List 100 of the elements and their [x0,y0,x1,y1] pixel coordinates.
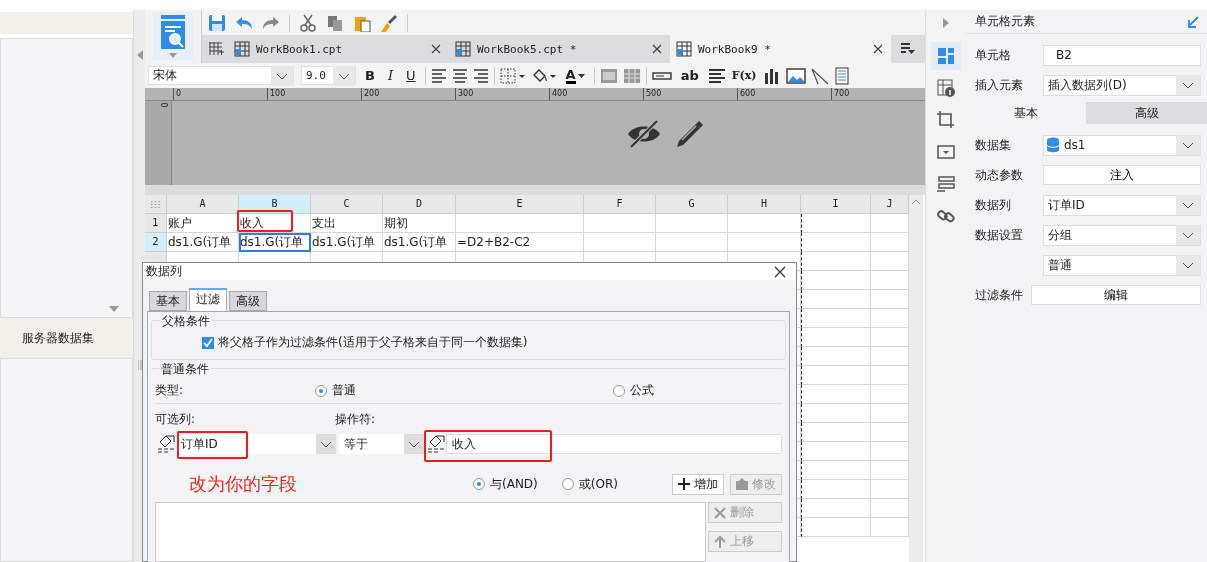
table-cell[interactable] [728,214,801,233]
image-icon[interactable] [785,66,806,85]
column-header[interactable]: I [801,195,871,214]
dialog-tab[interactable]: 高级 [229,291,267,311]
workbook-tab[interactable]: WorkBook1.cpt [228,35,449,63]
column-header[interactable]: C [311,195,383,214]
caret-down-icon[interactable] [108,305,120,313]
font-size-select[interactable]: 9.0 [301,66,356,85]
table-cell[interactable]: ds1.G(订单 [167,233,239,252]
table-cell[interactable] [801,423,871,442]
table-cell[interactable] [584,233,656,252]
radio-button[interactable] [315,384,327,397]
dropdown-box-icon[interactable] [935,142,956,162]
align-center-icon[interactable] [451,66,468,85]
table-cell[interactable] [584,214,656,233]
font-color-button[interactable]: A [561,65,589,86]
column-header[interactable]: E [456,195,584,214]
scissors-icon[interactable] [299,13,317,32]
brush-icon[interactable] [380,13,398,32]
column-header[interactable]: B [239,195,311,214]
document-icon[interactable] [833,66,850,85]
table-cell[interactable]: 期初 [383,214,456,233]
cell-info-icon[interactable] [935,78,956,98]
dropdown[interactable]: 普通 [1043,254,1201,276]
table-cell[interactable]: ds1.G(订单 [383,233,456,252]
eye-slash-icon[interactable] [627,119,661,149]
align-justify-icon[interactable] [707,66,726,85]
expand-arrow-icon[interactable] [942,18,949,28]
formula-button[interactable]: F(x) [730,65,758,86]
workbook-tab[interactable]: WorkBook5.cpt * [449,35,670,63]
select-all-icon[interactable] [145,195,167,214]
table-cell[interactable] [801,214,871,233]
dialog-button[interactable]: 增加 [672,473,724,495]
dropdown[interactable]: 订单ID [1043,194,1201,216]
column-header[interactable]: H [728,195,801,214]
table-cell[interactable] [801,233,871,252]
column-select[interactable]: 订单ID [176,434,336,454]
insert-element-select[interactable]: 插入数据列(D) [1043,74,1201,96]
radio-button[interactable] [473,478,485,490]
close-icon[interactable] [873,44,883,54]
column-header[interactable]: J [871,195,909,214]
panel-button[interactable]: 编辑 [1031,285,1201,305]
column-header[interactable]: A [167,195,239,214]
table-cell[interactable] [456,214,584,233]
splitter-handle-icon[interactable] [137,360,142,370]
column-header[interactable]: D [383,195,456,214]
checkbox[interactable] [202,336,214,349]
border-icon[interactable] [499,66,526,85]
diagonal-arrow-icon[interactable] [1187,15,1199,28]
cell-input[interactable]: B2 [1043,44,1201,66]
table-cell[interactable] [801,499,871,518]
column-header[interactable]: F [584,195,656,214]
table-cell[interactable]: 支出 [311,214,383,233]
chevron-up-icon[interactable] [911,199,921,205]
row-header[interactable]: 2 [145,233,167,252]
table-cell[interactable]: 账户 [167,214,239,233]
dropdown-list-icon[interactable] [901,43,915,55]
table-cell[interactable] [801,404,871,423]
pencil-icon[interactable] [675,119,705,149]
bold-button[interactable]: B [361,65,379,86]
italic-button[interactable]: I [383,65,398,86]
column-header[interactable]: G [656,195,728,214]
grid-icon[interactable] [208,41,224,57]
dialog-tab[interactable]: 基本 [149,291,187,311]
radio-button[interactable] [561,478,574,490]
panel-tab[interactable]: 高级 [1086,102,1207,124]
operator-select[interactable]: 等于 [339,434,424,454]
table-cell[interactable] [728,233,801,252]
text-button[interactable]: ab [676,65,703,86]
table-cell[interactable] [801,328,871,347]
panel-button[interactable]: 注入 [1043,165,1201,185]
value-input[interactable]: 收入 [446,434,782,454]
table-cell[interactable] [801,290,871,309]
dropdown[interactable]: 分组 [1043,224,1201,246]
table-cell[interactable] [801,442,871,461]
close-icon[interactable] [774,265,786,278]
stacked-rows-icon[interactable] [935,174,956,194]
crop-icon[interactable] [935,110,956,130]
table-icon[interactable] [622,66,641,85]
diagonal-line-icon[interactable] [810,66,829,85]
underline-button[interactable]: U [402,65,420,86]
table-cell[interactable]: 收入 [239,214,311,233]
table-cell[interactable] [801,518,871,537]
selected-cell[interactable]: ds1.G(订单 [239,233,311,252]
close-icon[interactable] [431,44,441,54]
dropdown[interactable]: ds1 [1043,134,1201,156]
table-cell[interactable] [801,385,871,404]
align-right-icon[interactable] [472,66,489,85]
row-header[interactable]: 1 [145,214,167,233]
collapse-arrow-icon[interactable] [136,50,143,60]
cell-element-icon[interactable] [935,46,956,66]
table-cell[interactable]: ds1.G(订单 [311,233,383,252]
font-select[interactable]: 宋体 [148,66,294,85]
table-cell[interactable] [801,480,871,499]
save-icon[interactable] [208,13,226,32]
table-cell[interactable] [801,271,871,290]
table-cell[interactable] [656,214,728,233]
table-cell[interactable] [801,366,871,385]
table-cell[interactable] [656,233,728,252]
radio-button[interactable] [613,384,625,397]
